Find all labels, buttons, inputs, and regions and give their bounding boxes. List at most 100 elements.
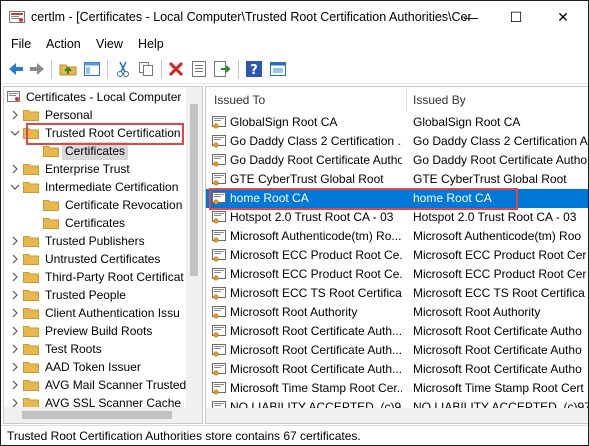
close-button[interactable]: ✕ xyxy=(543,1,583,34)
tree-item[interactable]: Trusted Publishers xyxy=(4,232,186,250)
menu-file[interactable]: File xyxy=(11,37,31,51)
tree-item-label: AAD Token Issuer xyxy=(45,360,141,374)
column-issued-to[interactable]: Issued To xyxy=(214,87,265,111)
chevron-right-icon[interactable] xyxy=(10,106,20,124)
tree-item[interactable]: Enterprise Trust xyxy=(4,160,186,178)
tree-item[interactable]: Trusted Root Certification xyxy=(4,124,186,142)
chevron-right-icon[interactable] xyxy=(10,304,20,322)
tree-vertical-scrollbar[interactable] xyxy=(186,87,202,409)
certificate-row[interactable]: GTE CyberTrust Global Root GTE CyberTrust… xyxy=(206,170,588,189)
tree-item[interactable]: Test Roots xyxy=(4,340,186,358)
issued-by-cell: GlobalSign Root CA xyxy=(413,115,521,129)
chevron-right-icon[interactable] xyxy=(10,340,20,358)
chevron-down-icon[interactable] xyxy=(10,178,20,196)
tree-item[interactable]: Personal xyxy=(4,106,186,124)
tree-item[interactable]: Preview Build Roots xyxy=(4,322,186,340)
tree-item[interactable]: Certificate Revocation xyxy=(4,196,186,214)
export-icon[interactable] xyxy=(213,60,231,78)
chevron-right-icon[interactable] xyxy=(10,286,20,304)
tree-item[interactable]: Intermediate Certification xyxy=(4,178,186,196)
tree-item[interactable]: AVG Mail Scanner Trusted xyxy=(4,376,186,394)
forward-arrow-icon[interactable] xyxy=(28,60,46,78)
folder-icon xyxy=(23,254,39,265)
tree-horizontal-scrollbar[interactable] xyxy=(4,407,202,423)
certificate-row[interactable]: Microsoft ECC Product Root Ce... Microsof… xyxy=(206,246,588,265)
copy-icon[interactable] xyxy=(137,60,155,78)
tree-item[interactable]: Client Authentication Issu xyxy=(4,304,186,322)
properties-icon[interactable] xyxy=(190,60,208,78)
chevron-right-icon[interactable] xyxy=(10,160,20,178)
help-icon[interactable]: ? xyxy=(245,60,263,78)
certificate-row[interactable]: Go Daddy Class 2 Certification ... Go Dad… xyxy=(206,132,588,151)
menu-action[interactable]: Action xyxy=(46,37,81,51)
certificate-row[interactable]: Microsoft Authenticode(tm) Ro... Microsof… xyxy=(206,227,588,246)
folder-icon xyxy=(43,218,59,229)
tree-item[interactable]: Trusted People xyxy=(4,286,186,304)
tree-item[interactable]: Certificates xyxy=(4,142,186,160)
chevron-right-icon[interactable] xyxy=(10,322,20,340)
certificate-icon xyxy=(212,135,226,148)
issued-to-cell: Hotspot 2.0 Trust Root CA - 03 xyxy=(230,210,394,224)
up-folder-icon[interactable] xyxy=(59,60,77,78)
cut-icon[interactable] xyxy=(114,60,132,78)
tree-item[interactable]: Certificates - Local Computer xyxy=(4,88,186,106)
folder-icon xyxy=(23,128,39,139)
certificate-icon xyxy=(212,173,226,186)
tree-item[interactable]: Untrusted Certificates xyxy=(4,250,186,268)
menu-view[interactable]: View xyxy=(96,37,123,51)
certificate-icon xyxy=(212,154,226,167)
console-icon[interactable] xyxy=(269,60,287,78)
minimize-button[interactable]: — xyxy=(451,1,491,34)
column-issued-by[interactable]: Issued By xyxy=(413,87,466,111)
issued-by-cell: Microsoft Root Certificate Autho xyxy=(413,324,582,338)
folder-icon xyxy=(23,380,39,391)
status-bar: Trusted Root Certification Authorities s… xyxy=(1,425,588,445)
certificate-row[interactable]: Microsoft Time Stamp Root Cer... Microsof… xyxy=(206,379,588,398)
tree-item-label: Certificate Revocation xyxy=(65,198,183,212)
issued-by-cell: Go Daddy Class 2 Certification Au xyxy=(413,134,588,148)
chevron-right-icon[interactable] xyxy=(10,376,20,394)
title-bar[interactable]: certlm - [Certificates - Local Computer\… xyxy=(1,1,588,34)
certificate-row[interactable]: Microsoft Root Certificate Auth... Micros… xyxy=(206,341,588,360)
tree-item[interactable]: AAD Token Issuer xyxy=(4,358,186,376)
certificate-list[interactable]: Issued To Issued By GlobalSign Root CA Gl… xyxy=(205,86,588,424)
tree-item[interactable]: Certificates xyxy=(4,214,186,232)
certificate-row[interactable]: Microsoft Root Certificate Auth... Micros… xyxy=(206,322,588,341)
certificate-row[interactable]: Go Daddy Root Certificate Authori... Go D… xyxy=(206,151,588,170)
certificate-icon xyxy=(212,192,226,205)
certificate-row[interactable]: GlobalSign Root CA GlobalSign Root CA xyxy=(206,113,588,132)
certificate-icon xyxy=(212,211,226,224)
list-horizontal-scrollbar[interactable] xyxy=(206,408,588,423)
chevron-right-icon[interactable] xyxy=(10,268,20,286)
chevron-down-icon[interactable] xyxy=(10,124,20,142)
issued-by-cell: Microsoft Time Stamp Root Cert xyxy=(413,381,584,395)
issued-to-cell: Microsoft Root Certificate Auth... xyxy=(230,324,402,338)
certificate-icon xyxy=(212,325,226,338)
tree-item[interactable]: Third-Party Root Certificat xyxy=(4,268,186,286)
maximize-button[interactable]: ☐ xyxy=(496,1,536,34)
folder-icon xyxy=(23,290,39,301)
chevron-right-icon[interactable] xyxy=(10,232,20,250)
back-arrow-icon[interactable] xyxy=(7,60,25,78)
menu-help[interactable]: Help xyxy=(138,37,164,51)
delete-icon[interactable] xyxy=(167,60,185,78)
certificate-row[interactable]: Hotspot 2.0 Trust Root CA - 03 Hotspot 2.… xyxy=(206,208,588,227)
certificate-row[interactable]: Microsoft ECC TS Root Certifica... Micros… xyxy=(206,284,588,303)
tree-scroll-thumb[interactable] xyxy=(190,104,198,276)
certificate-row[interactable]: Microsoft Root Certificate Auth... Micros… xyxy=(206,360,588,379)
show-hide-tree-icon[interactable] xyxy=(83,60,101,78)
issued-to-cell: Go Daddy Class 2 Certification ... xyxy=(230,134,402,148)
console-tree[interactable]: Certificates - Local Computer Personal Tru… xyxy=(3,86,203,424)
certificates-root-icon xyxy=(7,91,20,102)
tree-item-label: Certificates xyxy=(62,142,129,160)
issued-to-cell: Microsoft ECC Product Root Ce... xyxy=(230,248,402,262)
certificate-row[interactable]: Microsoft Root Authority Microsoft Root A… xyxy=(206,303,588,322)
chevron-right-icon[interactable] xyxy=(10,250,20,268)
certificate-row[interactable]: Microsoft ECC Product Root Ce... Microsof… xyxy=(206,265,588,284)
certificate-row[interactable]: home Root CA home Root CA xyxy=(206,189,588,208)
tree-hscroll-thumb[interactable] xyxy=(22,411,172,419)
issued-to-cell: Microsoft ECC Product Root Ce... xyxy=(230,267,402,281)
column-divider[interactable] xyxy=(406,89,407,111)
chevron-right-icon[interactable] xyxy=(10,358,20,376)
tree-item-label: AVG Mail Scanner Trusted xyxy=(45,378,187,392)
